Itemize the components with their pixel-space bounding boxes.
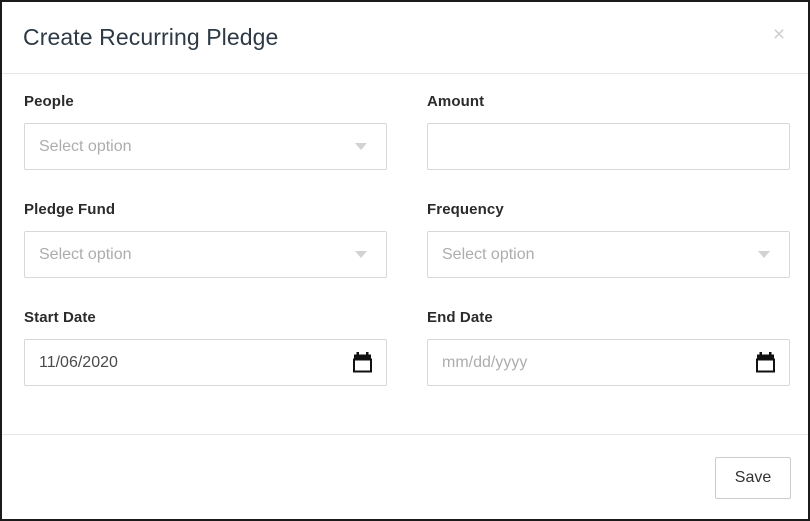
field-group-frequency: Frequency Select option [427, 201, 790, 278]
people-select[interactable]: Select option [24, 123, 387, 170]
form-row: Start Date 11/06/2020 End Date mm/dd/yyy… [2, 309, 808, 417]
label-pledge-fund: Pledge Fund [24, 201, 116, 218]
label-amount: Amount [427, 93, 485, 110]
field-group-people: People Select option [24, 93, 387, 170]
close-icon[interactable]: × [764, 20, 794, 50]
form-row: Pledge Fund Select option Frequency Sele… [2, 201, 808, 309]
field-group-end-date: End Date mm/dd/yyyy [427, 309, 790, 386]
end-date-placeholder: mm/dd/yyyy [442, 354, 528, 371]
page-title: Create Recurring Pledge [23, 24, 279, 50]
start-date-field[interactable]: 11/06/2020 [24, 339, 387, 386]
people-select-placeholder: Select option [39, 138, 132, 155]
field-group-pledge-fund: Pledge Fund Select option [24, 201, 387, 278]
dialog-footer: Save [2, 434, 808, 519]
frequency-select-placeholder: Select option [442, 246, 535, 263]
field-group-amount: Amount [427, 93, 791, 170]
dialog-body: People Select option Amount Pledge Fund … [2, 75, 808, 434]
calendar-icon[interactable] [353, 352, 372, 373]
label-people: People [24, 93, 74, 110]
calendar-icon[interactable] [756, 352, 775, 373]
form-row: People Select option Amount [2, 93, 808, 201]
chevron-down-icon [355, 251, 367, 258]
label-frequency: Frequency [427, 201, 504, 218]
label-end-date: End Date [427, 309, 493, 326]
pledge-fund-select-placeholder: Select option [39, 246, 132, 263]
frequency-select[interactable]: Select option [427, 231, 790, 278]
amount-field-wrapper[interactable] [427, 123, 791, 170]
chevron-down-icon [758, 251, 770, 258]
end-date-field[interactable]: mm/dd/yyyy [427, 339, 790, 386]
amount-input[interactable] [428, 124, 791, 169]
start-date-value: 11/06/2020 [39, 354, 118, 371]
dialog-header: Create Recurring Pledge × [2, 2, 808, 74]
label-start-date: Start Date [24, 309, 96, 326]
field-group-start-date: Start Date 11/06/2020 [24, 309, 387, 386]
create-recurring-pledge-dialog: Create Recurring Pledge × People Select … [2, 2, 808, 519]
save-button[interactable]: Save [715, 457, 791, 499]
chevron-down-icon [355, 143, 367, 150]
browser-viewport-frame: Create Recurring Pledge × People Select … [0, 0, 810, 521]
pledge-fund-select[interactable]: Select option [24, 231, 387, 278]
